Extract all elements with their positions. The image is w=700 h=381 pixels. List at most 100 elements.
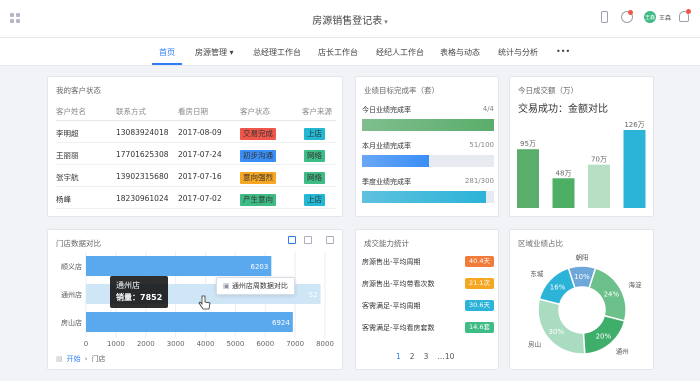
card-title: 今日成交额（万） [518,86,578,95]
x-tick-label: 6000 [256,340,274,348]
col-date: 看房日期 [178,107,208,116]
user-name: 王森 [659,14,672,22]
page-title[interactable]: 房源销售登记表 ▾ [0,12,700,27]
bell-icon[interactable] [679,9,691,22]
deal-bar[interactable] [588,164,610,208]
x-tick-label: 1000 [107,340,125,348]
cell-date: 2017-07-02 [178,194,222,203]
slice-name-label: 东城 [530,269,544,278]
progress-label: 本月业绩完成率 [362,142,411,150]
pie-slice[interactable] [537,298,586,355]
cell-date: 2017-07-16 [178,172,222,181]
store-bar[interactable] [86,256,272,276]
capability-row: 房源售出-平均周期 40.4天 [362,252,494,274]
pagination: 1 2 3 …10 [396,352,454,361]
export-icon[interactable] [288,236,296,244]
slice-percent-label: 20% [596,332,612,340]
page-2[interactable]: 2 [410,352,415,361]
cursor-hand-icon [198,295,211,310]
source-badge: 网络 [304,172,325,184]
progress-track [362,155,494,167]
store-compare-card: 门店数据对比 0 1000 2000 3000 4000 5000 6000 7000 8000… [47,229,343,370]
store-bar-chart: 0 1000 2000 3000 4000 5000 6000 7000 8000 顺义店 6203… [61,252,334,348]
x-tick-label: 3000 [167,340,185,348]
deal-bar-label: 70万 [591,156,607,164]
status-badge: 意向强烈 [240,172,276,184]
status-badge: 交易完成 [240,128,276,140]
capability-row: 客需满足-平均看房套数 14.6套 [362,318,494,340]
home-icon: ▤ [56,355,63,363]
cell-phone: 18230961024 [116,194,169,203]
capability-value: 14.6套 [465,322,494,333]
clock-icon[interactable] [621,10,633,23]
cell-date: 2017-08-09 [178,128,222,137]
page-3[interactable]: 3 [424,352,429,361]
nav-active-indicator [152,63,182,65]
breadcrumb: ▤ 开始 › 门店 [56,354,105,364]
deal-bar-label: 48万 [556,169,572,177]
progress-label: 季度业绩完成率 [362,178,411,186]
bar-value-label: 6924 [272,319,290,327]
today-deals-card: 今日成交额（万） 交易成功：金额对比 95万 48万 70万 126万 [509,76,654,217]
table-row[interactable]: 李明超 13083924018 2017-08-09 交易完成 上店 [56,121,336,143]
y-category-label: 房山店 [61,318,82,327]
x-tick-label: 8000 [316,340,334,348]
fullscreen-icon[interactable] [326,236,334,244]
chevron-down-icon: ▾ [384,18,388,26]
progress-value: 281/300 [464,177,494,185]
breadcrumb-start[interactable]: 开始 [67,354,81,364]
slice-percent-label: 10% [574,273,590,281]
card-title: 我的客户状态 [56,86,101,95]
progress-fill [362,155,430,167]
nav-agent-workbench[interactable]: 经纪人工作台 [376,47,424,58]
phone-icon[interactable] [601,11,608,23]
deal-bar[interactable] [552,178,575,208]
page-last[interactable]: …10 [437,352,454,361]
status-badge: 产生意向 [240,194,276,206]
nav-tables[interactable]: 表格与动态 [440,47,480,58]
card-title: 成交能力统计 [364,239,409,248]
table-header: 客户姓名 联系方式 看房日期 客户状态 客户来源 [56,101,336,121]
share-icon[interactable] [304,236,312,244]
nav-store-workbench[interactable]: 店长工作台 [318,47,358,58]
nav-home[interactable]: 首页 [159,47,175,58]
progress-value: 4/4 [482,105,494,113]
nav-gm-workbench[interactable]: 总经理工作台 [253,47,301,58]
card-title: 门店数据对比 [56,239,101,248]
table-row[interactable]: 张宇航 13902315680 2017-07-16 意向强烈 网络 [56,165,336,187]
source-badge: 上店 [304,194,325,206]
capability-label: 房源售出-平均带看次数 [362,280,435,288]
bar-value-label: 52 [309,291,318,299]
cell-name: 王丽丽 [56,151,79,160]
progress-fill [362,119,494,131]
capability-card: 成交能力统计 房源售出-平均周期 40.4天 房源售出-平均带看次数 21.1次 客需满… [355,229,499,370]
page-1[interactable]: 1 [396,352,401,361]
cell-date: 2017-07-24 [178,150,222,159]
cell-name: 杨峰 [56,195,71,204]
deal-bar[interactable] [623,130,646,208]
region-donut-chart: 10% 朝阳 24% 海淀 20% 通州 30% 房山 16% 东城 [528,253,642,356]
user-menu[interactable]: 王森 王森 [644,11,671,23]
progress-track [362,119,494,131]
store-bar[interactable] [86,312,293,332]
deal-subtitle: 交易成功：金额对比 [518,104,608,115]
nav-listing-mgmt[interactable]: 房源管理 ▾ [195,47,234,58]
table-row[interactable]: 王丽丽 17701625308 2017-07-24 初步沟通 网络 [56,143,336,165]
nav-stats[interactable]: 统计与分析 [498,47,538,58]
main-nav: 首页 房源管理 ▾ 总经理工作台 店长工作台 经纪人工作台 表格与动态 统计与分… [0,38,700,66]
breadcrumb-current: 门店 [91,355,106,363]
targets-card: 业绩目标完成率（套） 今日业绩完成率 4/4 本月业绩完成率 51/100 季度业绩完成… [355,76,499,217]
progress-fill [362,191,486,203]
drilldown-popup[interactable]: ▣ 通州店周数据对比 [216,277,295,295]
table-row[interactable]: 杨峰 18230961024 2017-07-02 产生意向 上店 [56,187,336,209]
slice-name-label: 海淀 [628,280,641,289]
progress-label: 今日业绩完成率 [362,106,411,114]
bar-tooltip: 通州店 销量：7852 [110,276,169,308]
cell-phone: 13083924018 [116,128,169,137]
deal-bar[interactable] [517,149,539,208]
region-share-card: 区域业绩占比 10% 朝阳 24% 海淀 20% 通州 30% 房山 16% 东城 [509,229,654,370]
nav-more[interactable]: ••• [556,47,570,56]
deal-bar-chart: 95万 48万 70万 126万 [517,121,646,208]
col-name: 客户姓名 [56,107,86,116]
capability-label: 客需满足-平均看房套数 [362,324,435,332]
